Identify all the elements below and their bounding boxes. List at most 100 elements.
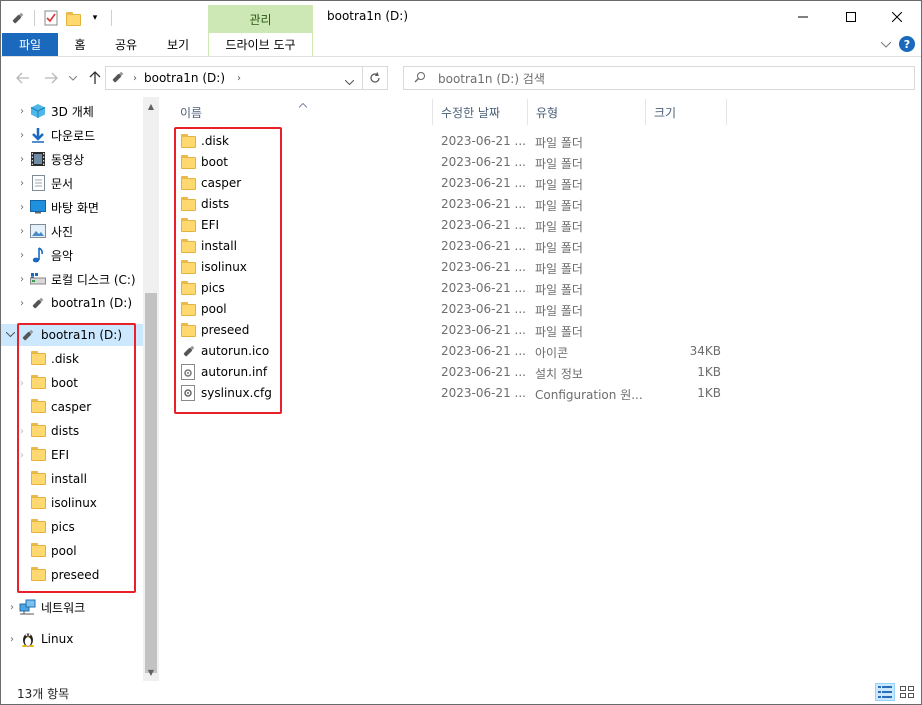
chevron-right-icon[interactable]: › bbox=[15, 274, 29, 285]
file-type: 파일 폴더 bbox=[535, 325, 583, 339]
scrollbar-thumb[interactable] bbox=[145, 293, 157, 673]
nav-item-documents[interactable]: › 문서 bbox=[15, 172, 73, 194]
nav-item-local-disk[interactable]: › 로컬 디스크 (C:) bbox=[15, 268, 136, 290]
file-date: 2023-06-21 ... bbox=[441, 344, 526, 358]
file-type: 파일 폴더 bbox=[535, 157, 583, 171]
nav-item-desktop[interactable]: › 바탕 화면 bbox=[15, 196, 99, 218]
nav-item-bootra1n[interactable]: › bootra1n (D:) bbox=[15, 292, 132, 314]
file-date: 2023-06-21 ... bbox=[441, 239, 526, 253]
tab-view[interactable]: 보기 bbox=[161, 33, 195, 56]
minimize-button[interactable] bbox=[780, 1, 826, 33]
nav-item-label: Linux bbox=[41, 632, 74, 646]
search-icon bbox=[414, 71, 426, 86]
new-folder-icon[interactable] bbox=[64, 9, 82, 27]
nav-item-pictures[interactable]: › 사진 bbox=[15, 220, 73, 242]
details-view-icon[interactable] bbox=[875, 683, 895, 701]
toolbar-divider bbox=[111, 10, 112, 26]
file-date: 2023-06-21 ... bbox=[441, 218, 526, 232]
large-icons-view-icon[interactable] bbox=[897, 683, 917, 701]
network-icon bbox=[19, 599, 37, 615]
back-button[interactable] bbox=[13, 68, 33, 88]
chevron-right-icon[interactable]: › bbox=[15, 226, 29, 237]
nav-item-network[interactable]: › 네트워크 bbox=[5, 596, 85, 618]
tab-share[interactable]: 공유 bbox=[109, 33, 143, 56]
tab-manage[interactable]: 관리 bbox=[208, 5, 313, 33]
file-type: 파일 폴더 bbox=[535, 241, 583, 255]
chevron-right-icon[interactable]: › bbox=[15, 202, 29, 213]
tab-file[interactable]: 파일 bbox=[2, 33, 58, 56]
chevron-right-icon[interactable]: › bbox=[15, 154, 29, 165]
up-button[interactable] bbox=[85, 68, 105, 88]
nav-item-label: 로컬 디스크 (C:) bbox=[51, 272, 136, 287]
scroll-up-arrow-icon[interactable]: ▲ bbox=[143, 99, 159, 113]
explorer-window: ▾ 관리 bootra1n (D:) 파일 홈 공유 보기 드라이브 도구 ? bbox=[0, 0, 922, 705]
chevron-right-icon[interactable]: › bbox=[15, 106, 29, 117]
file-date: 2023-06-21 ... bbox=[441, 386, 526, 400]
maximize-button[interactable] bbox=[828, 1, 874, 33]
recent-locations-button[interactable] bbox=[63, 68, 83, 88]
3d-objects-icon bbox=[29, 103, 47, 119]
quick-access-toolbar: ▾ bbox=[9, 8, 115, 28]
file-type: 설치 정보 bbox=[535, 367, 583, 381]
file-type: 아이콘 bbox=[535, 346, 569, 360]
chevron-right-icon[interactable]: › bbox=[15, 178, 29, 189]
file-size: 1KB bbox=[697, 386, 721, 400]
desktop-icon bbox=[29, 199, 47, 215]
column-header-type[interactable]: 유형 bbox=[529, 99, 646, 125]
item-count: 13개 항목 bbox=[17, 686, 70, 701]
chevron-right-icon[interactable]: › bbox=[133, 73, 137, 84]
customize-toolbar-icon[interactable]: ▾ bbox=[86, 9, 104, 27]
file-date: 2023-06-21 ... bbox=[441, 176, 526, 190]
tab-home[interactable]: 홈 bbox=[67, 33, 93, 56]
chevron-right-icon[interactable]: › bbox=[5, 602, 19, 613]
column-header-name[interactable]: 이름 bbox=[173, 99, 433, 125]
scroll-down-arrow-icon[interactable]: ▼ bbox=[143, 665, 159, 679]
nav-scrollbar[interactable]: ▲ ▼ bbox=[143, 97, 159, 681]
properties-icon[interactable] bbox=[42, 9, 60, 27]
help-button[interactable]: ? bbox=[899, 36, 915, 52]
file-date: 2023-06-21 ... bbox=[441, 281, 526, 295]
chevron-right-icon[interactable]: › bbox=[237, 73, 241, 84]
nav-item-3d-objects[interactable]: › 3D 개체 bbox=[15, 100, 94, 122]
file-type: 파일 폴더 bbox=[535, 136, 583, 150]
refresh-button[interactable] bbox=[362, 66, 388, 90]
search-box[interactable]: bootra1n (D:) 검색 bbox=[403, 66, 915, 90]
nav-item-linux[interactable]: › Linux bbox=[5, 628, 73, 650]
chevron-right-icon[interactable]: › bbox=[5, 634, 19, 645]
close-button[interactable] bbox=[874, 1, 920, 33]
breadcrumb: › bootra1n (D:) › bbox=[106, 69, 241, 88]
nav-item-music[interactable]: › 음악 bbox=[15, 244, 73, 266]
nav-item-label: 문서 bbox=[51, 176, 74, 191]
file-size: 1KB bbox=[697, 365, 721, 379]
expand-ribbon-icon[interactable] bbox=[880, 38, 892, 51]
breadcrumb-drive[interactable]: bootra1n (D:) bbox=[144, 71, 225, 85]
usb-drive-icon[interactable] bbox=[9, 9, 27, 27]
file-type: 파일 폴더 bbox=[535, 199, 583, 213]
column-header-date[interactable]: 수정한 날짜 bbox=[434, 99, 528, 125]
file-size: 34KB bbox=[689, 344, 721, 358]
forward-button[interactable] bbox=[41, 68, 61, 88]
file-type: 파일 폴더 bbox=[535, 262, 583, 276]
nav-item-videos[interactable]: › 동영상 bbox=[15, 148, 84, 170]
tab-drive-tools[interactable]: 드라이브 도구 bbox=[208, 33, 313, 56]
file-date: 2023-06-21 ... bbox=[441, 260, 526, 274]
file-date: 2023-06-21 ... bbox=[441, 323, 526, 337]
pictures-icon bbox=[29, 223, 47, 239]
chevron-right-icon[interactable]: › bbox=[15, 250, 29, 261]
back-arrow-icon bbox=[16, 72, 29, 84]
videos-icon bbox=[29, 151, 47, 167]
chevron-right-icon[interactable]: › bbox=[15, 130, 29, 141]
nav-item-label: 다운로드 bbox=[51, 128, 96, 143]
chevron-right-icon[interactable]: › bbox=[15, 298, 29, 309]
file-type: 파일 폴더 bbox=[535, 283, 583, 297]
address-bar[interactable]: › bootra1n (D:) › bbox=[105, 66, 363, 90]
window-title: bootra1n (D:) bbox=[327, 9, 408, 23]
toolbar-divider bbox=[34, 10, 35, 26]
nav-item-label: 네트워크 bbox=[41, 600, 86, 615]
nav-item-label: 바탕 화면 bbox=[51, 200, 99, 215]
file-date: 2023-06-21 ... bbox=[441, 365, 526, 379]
column-header-size[interactable]: 크기 bbox=[647, 99, 727, 125]
address-dropdown-icon[interactable] bbox=[344, 75, 355, 89]
nav-item-downloads[interactable]: › 다운로드 bbox=[15, 124, 95, 146]
documents-icon bbox=[29, 175, 47, 191]
